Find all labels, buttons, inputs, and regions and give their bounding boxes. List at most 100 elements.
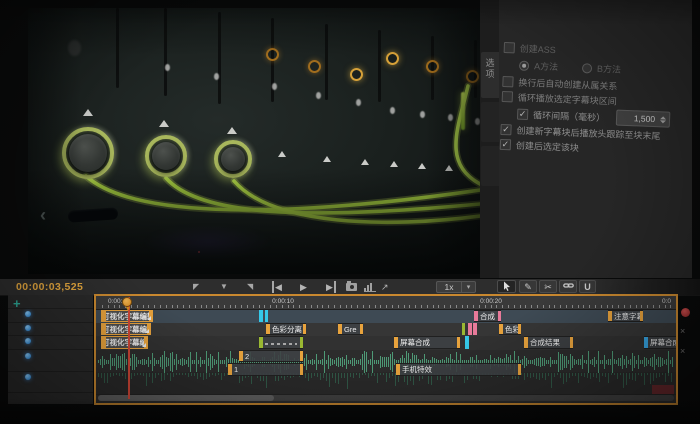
options-content: 创建ASS A方法 B方法 换行后自动创建从属关系 循环播放选定字幕块区间 ✓ … (497, 18, 689, 235)
checkbox-select-after-create[interactable]: ✓ (500, 139, 511, 150)
clip-label: 色彩分离 (266, 325, 302, 334)
record-dot-icon[interactable] (681, 308, 690, 317)
playback-speed-select[interactable]: 1x (436, 281, 462, 293)
timeline-clip[interactable]: 合成结果 (524, 336, 573, 349)
marker-nw-icon[interactable]: ◤ (193, 281, 199, 293)
snapshot-camera-icon[interactable] (346, 283, 357, 291)
track-indicator-led[interactable] (25, 311, 31, 317)
link-tool-button[interactable] (559, 280, 577, 293)
spinbox-value: 1,500 (617, 113, 658, 125)
timeline-clip[interactable]: 可视化字幕编辑器 (101, 336, 148, 349)
tab-options[interactable]: 选项 (481, 52, 499, 98)
marker-down-icon[interactable]: ▼ (220, 281, 228, 293)
clip-label: 合成 (474, 312, 495, 321)
skip-end-icon[interactable]: ▶ (326, 281, 336, 293)
clip-label: 手机特效 (396, 365, 432, 374)
checkbox-loop-selected[interactable] (502, 91, 513, 102)
cursor-icon (502, 281, 512, 292)
close-icon[interactable]: × (680, 326, 685, 336)
track-indicator-led[interactable] (25, 374, 31, 380)
app-window: ‹ 选项 创建ASS A方法 B方法 (0, 0, 700, 424)
tab-options-label: 选项 (484, 58, 497, 80)
link-icon (563, 281, 574, 290)
clip-label: 1 (228, 365, 238, 374)
track-separator (8, 335, 93, 336)
timeline-mini-clip[interactable] (259, 310, 263, 322)
skip-start-icon[interactable]: ◀ (272, 281, 282, 293)
timeline-clip[interactable]: 注意字幕 (608, 310, 643, 322)
clip-label: 屏幕合成 (394, 338, 430, 347)
resize-handle-icon[interactable] (142, 343, 146, 347)
timeline-mini-clip[interactable] (265, 310, 268, 322)
tab-unlabeled-2[interactable] (481, 146, 499, 186)
resize-handle-icon[interactable] (147, 316, 151, 320)
checkbox-playhead-follow[interactable]: ✓ (500, 124, 511, 135)
cursor-tool-button[interactable] (497, 280, 516, 293)
timeline-clip[interactable]: 手机特效 (396, 363, 521, 376)
close-icon[interactable]: × (680, 346, 685, 356)
spin-down-icon[interactable] (659, 120, 665, 123)
tab-unlabeled-1[interactable] (481, 102, 499, 142)
timeline-clip[interactable]: 色彩 (499, 323, 521, 335)
timeline-track-area[interactable]: 0:00:00 0:00:10 0:00:20 0:0 可视化字幕编辑器合成注意… (94, 294, 678, 405)
marker-red-block (652, 385, 674, 394)
track-indicator-led[interactable] (25, 325, 31, 331)
radio-method-a[interactable] (519, 60, 529, 70)
spin-up-icon[interactable] (660, 116, 666, 119)
timeline-mini-clip[interactable] (468, 323, 472, 335)
video-preview[interactable]: ‹ (28, 8, 480, 274)
label-method-b: B方法 (597, 62, 622, 76)
timeline-clip[interactable]: 2 (239, 350, 303, 362)
timeline-clip[interactable]: 合成 (474, 310, 501, 322)
playhead-line[interactable] (128, 297, 130, 399)
label-select-after-create: 创建后选定该块 (516, 139, 579, 155)
track-separator (8, 392, 93, 393)
resize-handle-icon[interactable] (145, 329, 149, 333)
cut-tool-button[interactable]: ✂ (539, 280, 557, 293)
speed-dropdown-icon[interactable]: ▾ (462, 281, 476, 293)
spinbox-steppers[interactable] (658, 116, 669, 123)
timeline-clip[interactable] (259, 336, 303, 349)
dashed-pattern (265, 343, 297, 345)
track-indicator-led[interactable] (25, 338, 31, 344)
preview-shading (28, 8, 480, 274)
label-loop-selected: 循环播放选定字幕块区间 (518, 91, 617, 108)
clip-label: 合成结果 (524, 338, 560, 347)
track-separator (8, 371, 93, 372)
timeline-clip[interactable]: 屏幕合成 (394, 336, 460, 349)
clip-label: 色彩 (499, 325, 520, 334)
checkbox-loop-interval[interactable]: ✓ (517, 108, 528, 119)
play-icon[interactable]: ▶ (300, 281, 307, 293)
checkbox-auto-dependency[interactable] (502, 76, 513, 87)
flash-tool-icon[interactable]: ↗ (381, 281, 389, 293)
radio-method-b[interactable] (582, 63, 592, 73)
checkbox-create-ass[interactable] (504, 42, 515, 53)
toolbar-fade (590, 279, 700, 295)
marker-ne-icon[interactable]: ◥ (247, 281, 253, 293)
timeline-mini-clip[interactable] (473, 323, 477, 335)
clip-label: Gre (338, 325, 357, 334)
timeline-clip[interactable]: 色彩分离 (266, 323, 306, 335)
label-method-a: A方法 (534, 59, 559, 73)
options-panel: 选项 创建ASS A方法 B方法 换行后自动创建从属关系 (480, 0, 692, 278)
clips-layer: 可视化字幕编辑器合成注意字幕可视化字幕编辑器色彩分离Gre色彩可视化字幕编辑器屏… (96, 296, 676, 403)
track-indicator-led[interactable] (25, 353, 31, 359)
scrollbar-thumb[interactable] (98, 395, 274, 401)
timeline-clip[interactable]: 屏幕合成 (644, 336, 678, 349)
clip-label: 2 (239, 352, 249, 361)
audio-levels-icon[interactable] (364, 283, 376, 292)
track-header-column: + (8, 295, 93, 404)
label-create-ass: 创建ASS (520, 42, 557, 56)
timeline-mini-clip[interactable] (465, 336, 469, 349)
edit-tool-button[interactable]: ✎ (519, 280, 537, 293)
label-auto-dependency: 换行后自动创建从属关系 (518, 76, 617, 93)
playhead-pin[interactable] (122, 297, 132, 307)
timeline-mini-clip[interactable] (462, 323, 465, 335)
timeline-clip[interactable]: 1 (228, 363, 303, 376)
timeline-clip[interactable]: 可视化字幕编辑器 (101, 323, 151, 335)
clip-label: 注意字幕 (608, 312, 643, 321)
timeline-clip[interactable]: 可视化字幕编辑器 (101, 310, 153, 322)
loop-interval-spinbox[interactable]: 1,500 (616, 110, 671, 128)
panel-tab-strip: 选项 (480, 0, 499, 278)
timeline-clip[interactable]: Gre (338, 323, 363, 335)
